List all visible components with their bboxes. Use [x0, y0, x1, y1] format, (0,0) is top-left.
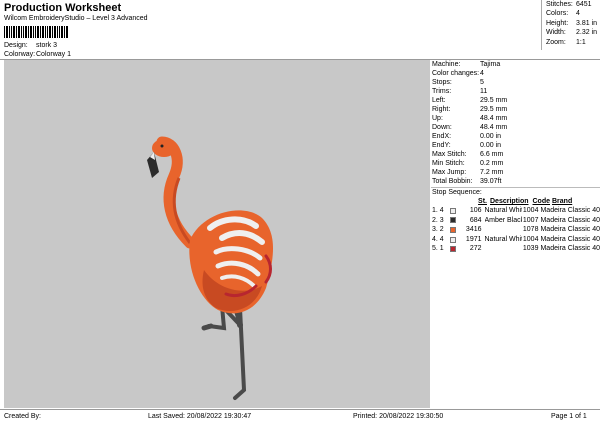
stat-stitches: Stitches: 6451: [546, 1, 592, 8]
info-row: Right: 29.5 mm: [432, 106, 508, 113]
stat-zoom: Zoom: 1:1: [546, 38, 586, 46]
stitch-count: 684: [469, 216, 482, 224]
stop-index: 5. 1: [432, 245, 444, 253]
stop-sequence-row: 1. 4 106Natural White1004Madeira Classic …: [431, 206, 600, 216]
barcode: [4, 26, 68, 38]
software-name: Wilcom EmbroideryStudio – Level 3 Advanc…: [4, 15, 148, 22]
thread-description: Amber Black: [484, 216, 523, 224]
thread-brand: Madeira Classic 40: [540, 226, 600, 234]
stop-sequence-rows: 1. 4106Natural White1004Madeira Classic …: [431, 206, 600, 254]
stop-index: 2. 3: [432, 216, 444, 224]
info-row: Stops: 5: [432, 79, 484, 86]
page-title: Production Worksheet: [4, 2, 122, 14]
thread-code: 1007: [522, 216, 539, 224]
page-number: Page 1 of 1: [551, 413, 587, 420]
color-swatch: [450, 217, 456, 224]
thread-code: 1004: [522, 235, 539, 243]
thread-code: 1078: [522, 226, 539, 234]
stop-sequence-row: 2. 3 684 Amber Black 1007 Madeira Classic 40: [431, 216, 600, 226]
info-row: Trims: 11: [432, 88, 488, 95]
flamingo-embroidery-image: [147, 136, 273, 400]
color-swatch: [450, 207, 456, 214]
stop-index: 1. 4: [432, 207, 444, 214]
machine-info-panel: Machine: Tajima Color changes: 4 Stops: 5 T…: [431, 60, 600, 254]
thread-brand: Madeira Classic 40: [540, 207, 600, 214]
info-row: Down: 48.4 mm: [432, 124, 508, 131]
thread-code: 1004: [522, 207, 539, 214]
color-swatch: [450, 226, 456, 233]
stop-sequence-label: Stop Sequence:: [432, 189, 482, 196]
thread-brand: Madeira Classic 40: [540, 245, 600, 253]
stop-sequence-row: 4. 4 1971Natural White1004Madeira Classic…: [431, 235, 600, 245]
design-value: stork 3: [36, 42, 58, 49]
stats-panel: Stitches: 6451 Colors: 4 Height: 3.81 in Wi…: [541, 0, 600, 50]
info-row: Min Stitch: 0.2 mm: [432, 160, 504, 167]
stop-sequence-header: St. Description Code Brand: [478, 198, 573, 205]
stop-sequence-row: 3. 2 3416 1078 Madeira Classic 40: [431, 225, 600, 235]
info-row: EndY: 0.00 in: [432, 142, 502, 149]
color-swatch: [450, 246, 456, 253]
info-row: Max Jump: 7.2 mm: [432, 169, 504, 176]
color-swatch: [450, 236, 456, 243]
info-row: Left: 29.5 mm: [432, 97, 508, 104]
stitch-count: 106: [469, 207, 482, 214]
thread-brand: Madeira Classic 40: [540, 235, 600, 243]
info-row: Machine: Tajima: [432, 61, 501, 68]
created-by: Created By:: [4, 413, 41, 420]
info-row: Color changes: 4: [432, 70, 484, 77]
stitch-count: 272: [469, 245, 482, 253]
info-row: Total Bobbin: 39.07ft: [432, 178, 502, 185]
stat-colors: Colors: 4: [546, 10, 580, 18]
stop-sequence-row: 5. 1 272 1039 Madeira Classic 40: [431, 244, 600, 254]
thread-description: Natural White: [484, 207, 523, 214]
stat-width: Width: 2.32 in: [546, 29, 598, 37]
stop-index: 4. 4: [432, 235, 444, 243]
thread-brand: Madeira Classic 40: [540, 216, 600, 224]
stat-height: Height: 3.81 in: [546, 19, 598, 27]
stitch-count: 1971: [465, 235, 482, 243]
printed-date: Printed: 20/08/2022 19:30:50: [353, 413, 444, 420]
info-row: Max Stitch: 6.6 mm: [432, 151, 504, 158]
design-label: Design:: [4, 42, 28, 49]
stitch-count: 3416: [465, 226, 482, 234]
info-row: Up: 48.4 mm: [432, 115, 508, 122]
last-saved: Last Saved: 20/08/2022 19:30:47: [148, 413, 252, 420]
stop-index: 3. 2: [432, 226, 444, 234]
footer: Created By: Last Saved: 20/08/2022 19:30…: [0, 410, 600, 424]
info-row: EndX: 0.00 in: [432, 133, 502, 140]
colorway-value: Colorway 1: [36, 51, 72, 58]
thread-description: Natural White: [484, 235, 523, 243]
thread-code: 1039: [522, 245, 539, 253]
colorway-label: Colorway:: [4, 51, 36, 58]
design-preview: [4, 60, 430, 408]
